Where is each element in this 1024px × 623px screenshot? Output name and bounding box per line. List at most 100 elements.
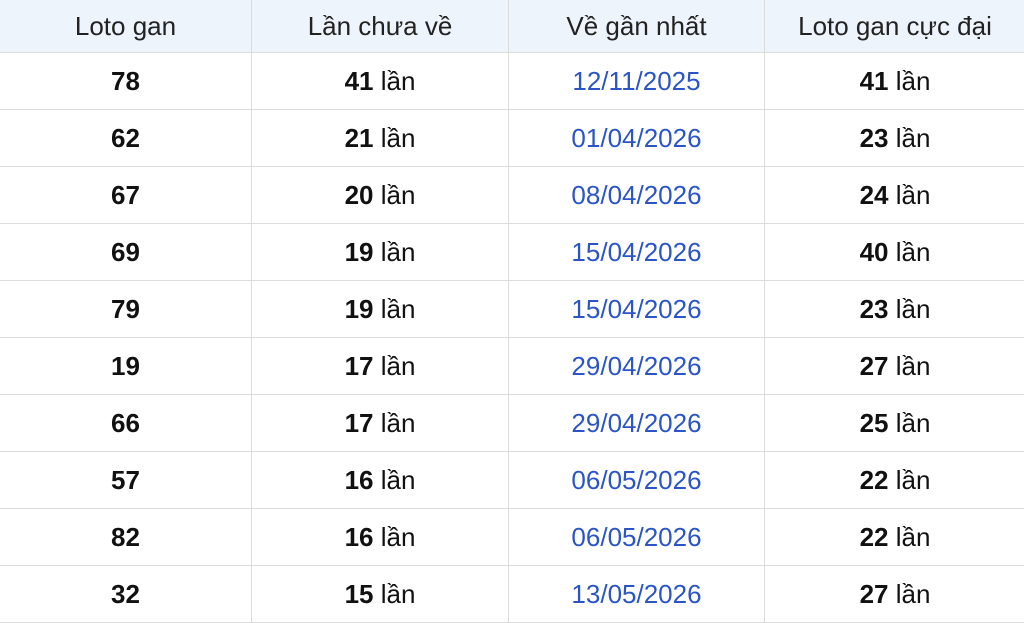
loto-number-cell: 19: [0, 338, 252, 395]
loto-number: 62: [111, 123, 140, 153]
times-missed-unit: lần: [381, 579, 416, 609]
max-gan-unit: lần: [896, 465, 931, 495]
times-missed-cell: 16 lần: [252, 509, 509, 566]
last-appearance-date: 08/04/2026: [571, 180, 701, 210]
header-times-missed: Lần chưa về: [252, 0, 509, 53]
max-gan-count: 27: [860, 579, 889, 609]
loto-number: 82: [111, 522, 140, 552]
times-missed-unit: lần: [381, 408, 416, 438]
table-row: 69 19 lần 15/04/2026 40 lần: [0, 224, 1024, 281]
times-missed-count: 41: [345, 66, 374, 96]
times-missed-cell: 16 lần: [252, 452, 509, 509]
table-row: 66 17 lần 29/04/2026 25 lần: [0, 395, 1024, 452]
last-appearance-date: 29/04/2026: [571, 351, 701, 381]
loto-number-cell: 32: [0, 566, 252, 623]
header-max-gan: Loto gan cực đại: [765, 0, 1024, 53]
table-row: 78 41 lần 12/11/2025 41 lần: [0, 53, 1024, 110]
max-gan-cell: 40 lần: [765, 224, 1024, 281]
times-missed-cell: 41 lần: [252, 53, 509, 110]
loto-number: 67: [111, 180, 140, 210]
times-missed-count: 21: [345, 123, 374, 153]
loto-number: 79: [111, 294, 140, 324]
loto-number-cell: 82: [0, 509, 252, 566]
last-appearance-cell: 13/05/2026: [509, 566, 765, 623]
last-appearance-cell: 12/11/2025: [509, 53, 765, 110]
times-missed-unit: lần: [381, 351, 416, 381]
table-row: 82 16 lần 06/05/2026 22 lần: [0, 509, 1024, 566]
max-gan-cell: 27 lần: [765, 566, 1024, 623]
times-missed-cell: 20 lần: [252, 167, 509, 224]
max-gan-unit: lần: [896, 351, 931, 381]
loto-number: 32: [111, 579, 140, 609]
max-gan-count: 24: [860, 180, 889, 210]
loto-number: 66: [111, 408, 140, 438]
table-header: Loto gan Lần chưa về Về gần nhất Loto ga…: [0, 0, 1024, 53]
max-gan-cell: 41 lần: [765, 53, 1024, 110]
max-gan-cell: 22 lần: [765, 452, 1024, 509]
last-appearance-cell: 06/05/2026: [509, 452, 765, 509]
times-missed-unit: lần: [381, 237, 416, 267]
times-missed-count: 15: [345, 579, 374, 609]
max-gan-cell: 24 lần: [765, 167, 1024, 224]
table-row: 32 15 lần 13/05/2026 27 lần: [0, 566, 1024, 623]
times-missed-unit: lần: [381, 522, 416, 552]
loto-number: 69: [111, 237, 140, 267]
times-missed-cell: 19 lần: [252, 224, 509, 281]
times-missed-unit: lần: [381, 66, 416, 96]
loto-number-cell: 69: [0, 224, 252, 281]
times-missed-cell: 19 lần: [252, 281, 509, 338]
times-missed-count: 17: [345, 408, 374, 438]
last-appearance-cell: 15/04/2026: [509, 281, 765, 338]
max-gan-count: 27: [860, 351, 889, 381]
max-gan-count: 22: [860, 522, 889, 552]
times-missed-cell: 17 lần: [252, 395, 509, 452]
times-missed-count: 19: [345, 294, 374, 324]
loto-number-cell: 62: [0, 110, 252, 167]
loto-number-cell: 79: [0, 281, 252, 338]
loto-number-cell: 66: [0, 395, 252, 452]
table-row: 19 17 lần 29/04/2026 27 lần: [0, 338, 1024, 395]
loto-number-cell: 67: [0, 167, 252, 224]
max-gan-unit: lần: [896, 237, 931, 267]
loto-number: 57: [111, 465, 140, 495]
max-gan-cell: 25 lần: [765, 395, 1024, 452]
times-missed-unit: lần: [381, 123, 416, 153]
max-gan-unit: lần: [896, 579, 931, 609]
max-gan-unit: lần: [896, 522, 931, 552]
times-missed-count: 16: [345, 465, 374, 495]
max-gan-unit: lần: [896, 66, 931, 96]
loto-number-cell: 57: [0, 452, 252, 509]
max-gan-cell: 27 lần: [765, 338, 1024, 395]
max-gan-count: 41: [860, 66, 889, 96]
max-gan-count: 23: [860, 294, 889, 324]
max-gan-cell: 23 lần: [765, 281, 1024, 338]
loto-gan-table: Loto gan Lần chưa về Về gần nhất Loto ga…: [0, 0, 1024, 623]
times-missed-count: 20: [345, 180, 374, 210]
last-appearance-date: 15/04/2026: [571, 294, 701, 324]
last-appearance-date: 29/04/2026: [571, 408, 701, 438]
max-gan-count: 23: [860, 123, 889, 153]
header-row: Loto gan Lần chưa về Về gần nhất Loto ga…: [0, 0, 1024, 53]
header-last-appearance: Về gần nhất: [509, 0, 765, 53]
max-gan-count: 22: [860, 465, 889, 495]
table-row: 57 16 lần 06/05/2026 22 lần: [0, 452, 1024, 509]
last-appearance-cell: 08/04/2026: [509, 167, 765, 224]
max-gan-count: 40: [860, 237, 889, 267]
last-appearance-date: 12/11/2025: [572, 66, 700, 96]
times-missed-unit: lần: [381, 465, 416, 495]
max-gan-count: 25: [860, 408, 889, 438]
max-gan-unit: lần: [896, 180, 931, 210]
max-gan-unit: lần: [896, 408, 931, 438]
table-row: 62 21 lần 01/04/2026 23 lần: [0, 110, 1024, 167]
last-appearance-cell: 29/04/2026: [509, 338, 765, 395]
last-appearance-cell: 01/04/2026: [509, 110, 765, 167]
last-appearance-date: 06/05/2026: [571, 522, 701, 552]
header-loto-gan: Loto gan: [0, 0, 252, 53]
times-missed-unit: lần: [381, 294, 416, 324]
last-appearance-cell: 06/05/2026: [509, 509, 765, 566]
times-missed-count: 17: [345, 351, 374, 381]
max-gan-cell: 23 lần: [765, 110, 1024, 167]
times-missed-cell: 21 lần: [252, 110, 509, 167]
times-missed-count: 16: [345, 522, 374, 552]
table-row: 67 20 lần 08/04/2026 24 lần: [0, 167, 1024, 224]
